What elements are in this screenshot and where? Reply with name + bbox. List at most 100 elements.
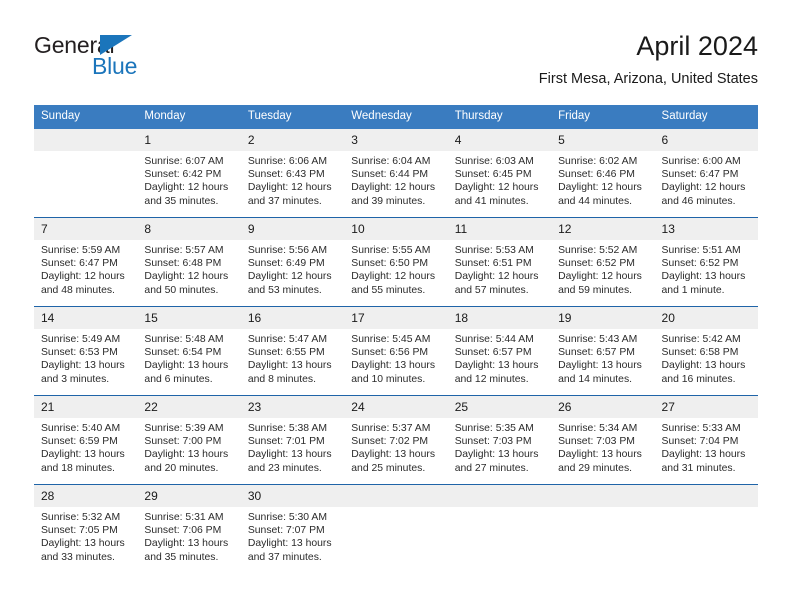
day-cell-content: 11 Sunrise: 5:53 AM Sunset: 6:51 PM Dayligh… (447, 218, 552, 306)
day-number: 24 (344, 396, 448, 418)
sunset-time: Sunset: 6:46 PM (558, 169, 635, 181)
daylight-duration: Daylight: 13 hours and 37 minutes. (247, 538, 332, 563)
calendar-day-cell[interactable]: 12 Sunrise: 5:52 AM Sunset: 6:52 PM Dayligh… (551, 217, 655, 307)
day-sun-info: Sunrise: 5:45 AM Sunset: 6:56 PM Daylight:… (344, 329, 447, 386)
calendar-day-cell[interactable]: 13 Sunrise: 5:51 AM Sunset: 6:52 PM Dayligh… (654, 217, 758, 307)
calendar-day-cell[interactable]: 18 Sunrise: 5:44 AM Sunset: 6:57 PM Dayligh… (447, 306, 552, 396)
calendar-day-cell[interactable]: 17 Sunrise: 5:45 AM Sunset: 6:56 PM Dayligh… (344, 306, 448, 396)
sunset-time: Sunset: 6:58 PM (661, 347, 739, 359)
day-cell-content: 1 Sunrise: 6:07 AM Sunset: 6:42 PM Daylight… (137, 129, 241, 217)
calendar-day-cell[interactable]: 10 Sunrise: 5:55 AM Sunset: 6:50 PM Dayligh… (344, 217, 448, 307)
calendar-day-cell[interactable]: 24 Sunrise: 5:37 AM Sunset: 7:02 PM Dayligh… (344, 395, 448, 485)
calendar-day-cell[interactable]: 3 Sunrise: 6:04 AM Sunset: 6:44 PM Daylight… (344, 129, 448, 218)
daylight-duration: Daylight: 13 hours and 25 minutes. (351, 449, 436, 474)
sunrise-time: Sunrise: 5:59 AM (41, 245, 121, 256)
calendar-day-cell[interactable]: 9 Sunrise: 5:56 AM Sunset: 6:49 PM Daylight… (240, 217, 345, 307)
day-sun-info: Sunrise: 5:44 AM Sunset: 6:57 PM Daylight:… (448, 329, 551, 386)
daylight-duration: Daylight: 13 hours and 33 minutes. (41, 538, 125, 563)
day-cell-content: 19 Sunrise: 5:43 AM Sunset: 6:57 PM Dayligh… (551, 307, 655, 395)
calendar-week-row: 1 Sunrise: 6:07 AM Sunset: 6:42 PM Daylight… (34, 129, 758, 218)
sunset-time: Sunset: 7:03 PM (454, 436, 532, 448)
day-sun-info: Sunrise: 5:38 AM Sunset: 7:01 PM Daylight:… (241, 418, 344, 475)
calendar-day-cell[interactable]: 20 Sunrise: 5:42 AM Sunset: 6:58 PM Dayligh… (654, 306, 758, 396)
day-cell-content: 18 Sunrise: 5:44 AM Sunset: 6:57 PM Dayligh… (447, 307, 552, 395)
calendar-day-cell[interactable]: 14 Sunrise: 5:49 AM Sunset: 6:53 PM Dayligh… (34, 306, 138, 396)
calendar-day-cell[interactable]: 19 Sunrise: 5:43 AM Sunset: 6:57 PM Dayligh… (551, 306, 655, 396)
sunrise-time: Sunrise: 5:44 AM (454, 334, 534, 345)
weekday-header-friday: Friday (551, 105, 655, 129)
sunset-time: Sunset: 6:49 PM (247, 258, 325, 270)
calendar-day-cell[interactable]: 8 Sunrise: 5:57 AM Sunset: 6:48 PM Daylight… (137, 217, 241, 307)
day-cell-content: 26 Sunrise: 5:34 AM Sunset: 7:03 PM Dayligh… (551, 396, 655, 484)
day-number: 19 (551, 307, 655, 329)
day-cell-content: 25 Sunrise: 5:35 AM Sunset: 7:03 PM Dayligh… (447, 396, 552, 484)
calendar-day-cell[interactable]: 29 Sunrise: 5:31 AM Sunset: 7:06 PM Dayligh… (137, 484, 241, 573)
daylight-duration: Daylight: 13 hours and 14 minutes. (558, 360, 642, 385)
day-cell-content: 15 Sunrise: 5:48 AM Sunset: 6:54 PM Dayligh… (137, 307, 241, 395)
daylight-duration: Daylight: 13 hours and 23 minutes. (247, 449, 332, 474)
calendar-day-cell[interactable]: 27 Sunrise: 5:33 AM Sunset: 7:04 PM Dayligh… (654, 395, 758, 485)
calendar-week-row: 21 Sunrise: 5:40 AM Sunset: 6:59 PM Dayligh… (34, 395, 758, 485)
sunset-time: Sunset: 7:02 PM (351, 436, 429, 448)
day-number: 23 (240, 396, 345, 418)
day-number (654, 485, 758, 507)
day-number: 30 (240, 485, 345, 507)
general-blue-logo[interactable]: General Blue (34, 32, 204, 88)
daylight-duration: Daylight: 13 hours and 3 minutes. (41, 360, 125, 385)
sunrise-time: Sunrise: 5:43 AM (558, 334, 638, 345)
daylight-duration: Daylight: 12 hours and 44 minutes. (558, 182, 642, 207)
calendar-day-cell[interactable]: 22 Sunrise: 5:39 AM Sunset: 7:00 PM Dayligh… (137, 395, 241, 485)
calendar-day-cell[interactable]: 11 Sunrise: 5:53 AM Sunset: 6:51 PM Dayligh… (447, 217, 552, 307)
calendar-day-cell[interactable]: 25 Sunrise: 5:35 AM Sunset: 7:03 PM Dayligh… (447, 395, 552, 485)
calendar-day-cell[interactable]: 6 Sunrise: 6:00 AM Sunset: 6:47 PM Daylight… (654, 129, 758, 218)
day-cell-content: 29 Sunrise: 5:31 AM Sunset: 7:06 PM Dayligh… (137, 485, 241, 573)
calendar-week-row: 7 Sunrise: 5:59 AM Sunset: 6:47 PM Daylight… (34, 217, 758, 307)
sunrise-time: Sunrise: 5:52 AM (558, 245, 638, 256)
sunrise-time: Sunrise: 5:48 AM (144, 334, 224, 345)
calendar-day-cell[interactable]: 2 Sunrise: 6:06 AM Sunset: 6:43 PM Daylight… (240, 129, 345, 218)
sunset-time: Sunset: 6:57 PM (454, 347, 532, 359)
sunrise-time: Sunrise: 5:38 AM (247, 423, 327, 434)
day-cell-content (447, 485, 552, 573)
day-cell-content: 22 Sunrise: 5:39 AM Sunset: 7:00 PM Dayligh… (137, 396, 241, 484)
logo-text-blue: Blue (92, 53, 138, 79)
calendar-day-cell[interactable]: 5 Sunrise: 6:02 AM Sunset: 6:46 PM Daylight… (551, 129, 655, 218)
day-number: 2 (240, 129, 345, 151)
calendar-day-cell[interactable]: 30 Sunrise: 5:30 AM Sunset: 7:07 PM Dayligh… (240, 484, 345, 573)
sunrise-time: Sunrise: 5:40 AM (41, 423, 121, 434)
day-number (551, 485, 655, 507)
daylight-duration: Daylight: 12 hours and 41 minutes. (454, 182, 539, 207)
sunrise-time: Sunrise: 5:30 AM (247, 512, 327, 523)
day-sun-info: Sunrise: 5:39 AM Sunset: 7:00 PM Daylight:… (137, 418, 240, 475)
day-number (344, 485, 448, 507)
sunset-time: Sunset: 6:47 PM (41, 258, 118, 270)
calendar-day-cell[interactable]: 7 Sunrise: 5:59 AM Sunset: 6:47 PM Daylight… (34, 217, 138, 307)
day-sun-info: Sunrise: 6:00 AM Sunset: 6:47 PM Daylight:… (655, 151, 758, 208)
day-sun-info: Sunrise: 5:48 AM Sunset: 6:54 PM Daylight:… (137, 329, 240, 386)
day-sun-info: Sunrise: 6:07 AM Sunset: 6:42 PM Daylight:… (137, 151, 240, 208)
calendar-day-cell-empty (551, 484, 655, 573)
day-number: 15 (137, 307, 241, 329)
day-cell-content: 23 Sunrise: 5:38 AM Sunset: 7:01 PM Dayligh… (240, 396, 345, 484)
sunrise-time: Sunrise: 5:45 AM (351, 334, 431, 345)
sunset-time: Sunset: 6:52 PM (558, 258, 635, 270)
sunrise-time: Sunrise: 6:02 AM (558, 156, 638, 167)
daylight-duration: Daylight: 12 hours and 55 minutes. (351, 271, 436, 296)
day-number: 9 (240, 218, 345, 240)
calendar-day-cell[interactable]: 28 Sunrise: 5:32 AM Sunset: 7:05 PM Dayligh… (34, 484, 138, 573)
sunrise-time: Sunrise: 5:57 AM (144, 245, 224, 256)
sunset-time: Sunset: 6:45 PM (454, 169, 532, 181)
calendar-day-cell[interactable]: 15 Sunrise: 5:48 AM Sunset: 6:54 PM Dayligh… (137, 306, 241, 396)
daylight-duration: Daylight: 13 hours and 18 minutes. (41, 449, 125, 474)
calendar-day-cell[interactable]: 1 Sunrise: 6:07 AM Sunset: 6:42 PM Daylight… (137, 129, 241, 218)
sunset-time: Sunset: 6:57 PM (558, 347, 635, 359)
sunset-time: Sunset: 6:48 PM (144, 258, 222, 270)
daylight-duration: Daylight: 13 hours and 12 minutes. (454, 360, 539, 385)
calendar-day-cell[interactable]: 21 Sunrise: 5:40 AM Sunset: 6:59 PM Dayligh… (34, 395, 138, 485)
calendar-day-cell[interactable]: 26 Sunrise: 5:34 AM Sunset: 7:03 PM Dayligh… (551, 395, 655, 485)
calendar-day-cell[interactable]: 23 Sunrise: 5:38 AM Sunset: 7:01 PM Dayligh… (240, 395, 345, 485)
day-number: 25 (447, 396, 552, 418)
calendar-day-cell[interactable]: 16 Sunrise: 5:47 AM Sunset: 6:55 PM Dayligh… (240, 306, 345, 396)
sunrise-time: Sunrise: 6:00 AM (661, 156, 741, 167)
calendar-day-cell[interactable]: 4 Sunrise: 6:03 AM Sunset: 6:45 PM Daylight… (447, 129, 552, 218)
